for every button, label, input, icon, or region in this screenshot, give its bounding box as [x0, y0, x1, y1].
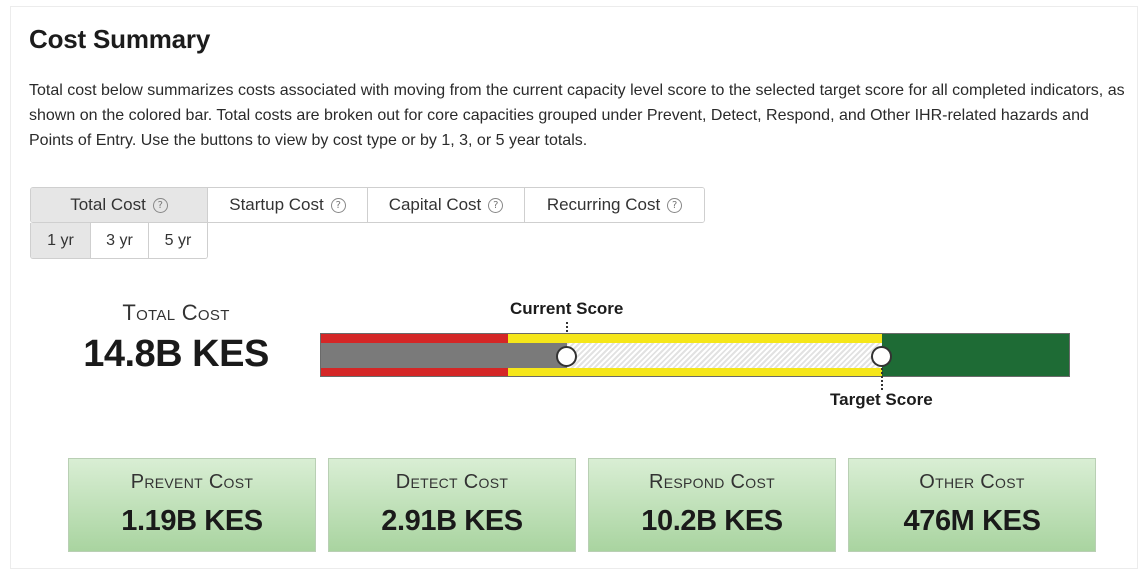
cost-type-button-group: Total Cost ? Startup Cost ? Capital Cost…	[30, 187, 705, 223]
prevent-cost-label: Prevent Cost	[130, 471, 254, 493]
capital-cost-button-label: Capital Cost	[388, 195, 482, 214]
question-circle-icon[interactable]: ?	[152, 197, 168, 213]
startup-cost-button[interactable]: Startup Cost ?	[208, 188, 368, 222]
section-description: Total cost below summarizes costs associ…	[29, 82, 1125, 149]
capital-cost-button[interactable]: Capital Cost ?	[368, 188, 525, 222]
five-year-button[interactable]: 5 yr	[149, 223, 207, 258]
score-level-high	[882, 334, 1069, 376]
current-score-label: Current Score	[510, 299, 624, 318]
question-circle-icon[interactable]: ?	[667, 197, 683, 213]
recurring-cost-button-label: Recurring Cost	[546, 195, 661, 214]
one-year-button[interactable]: 1 yr	[31, 223, 91, 258]
respond-cost-value: 10.2B KES	[641, 505, 783, 537]
target-score-label: Target Score	[830, 390, 933, 409]
other-cost-label: Other Cost	[919, 471, 1025, 493]
total-cost-label: Total Cost	[122, 300, 230, 325]
other-cost-card: Other Cost 476M KES	[848, 458, 1096, 552]
total-cost-button-label: Total Cost	[70, 195, 146, 214]
other-cost-value: 476M KES	[903, 505, 1041, 537]
prevent-cost-card: Prevent Cost 1.19B KES	[68, 458, 316, 552]
current-score-marker[interactable]	[556, 346, 577, 367]
year-button-group: 1 yr 3 yr 5 yr	[30, 223, 208, 259]
respond-cost-label: Respond Cost	[649, 471, 775, 493]
question-circle-icon[interactable]: ?	[488, 197, 504, 213]
startup-cost-button-label: Startup Cost	[229, 195, 324, 214]
detect-cost-label: Detect Cost	[395, 471, 509, 493]
total-cost-button[interactable]: Total Cost ?	[31, 188, 208, 222]
total-cost-value: 14.8B KES	[83, 333, 269, 375]
section-title: Cost Summary	[29, 24, 211, 54]
three-year-button[interactable]: 3 yr	[91, 223, 149, 258]
score-bar	[320, 333, 1070, 377]
prevent-cost-value: 1.19B KES	[121, 505, 263, 537]
detect-cost-card: Detect Cost 2.91B KES	[328, 458, 576, 552]
recurring-cost-button[interactable]: Recurring Cost ?	[525, 188, 704, 222]
current-progress-fill	[321, 343, 567, 368]
target-gap-fill	[567, 343, 882, 368]
respond-cost-card: Respond Cost 10.2B KES	[588, 458, 836, 552]
target-score-pointer	[881, 368, 883, 390]
target-score-marker[interactable]	[871, 346, 892, 367]
detect-cost-value: 2.91B KES	[381, 505, 523, 537]
question-circle-icon[interactable]: ?	[330, 197, 346, 213]
